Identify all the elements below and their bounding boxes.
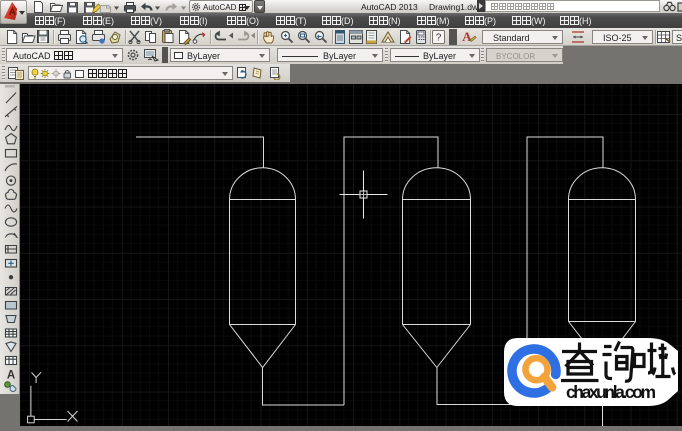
- svg-text:chaxunla.com: chaxunla.com: [566, 382, 656, 402]
- svg-text:?: ?: [436, 33, 442, 44]
- svg-text:A: A: [7, 370, 15, 382]
- svg-text:A: A: [462, 29, 472, 44]
